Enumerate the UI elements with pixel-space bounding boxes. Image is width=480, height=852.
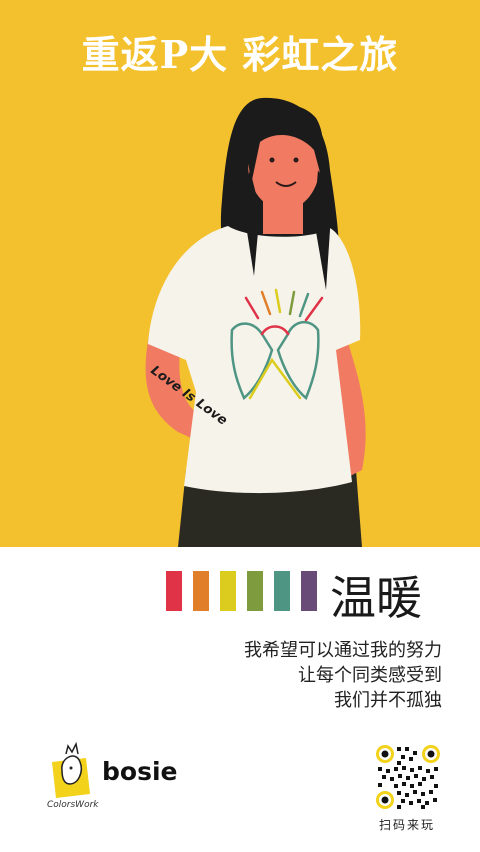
quote-line-3: 我们并不孤独 [334, 690, 442, 711]
hero-illustration-panel: Love Is Love 重返P大 彩虹之旅 [0, 0, 480, 547]
quote-line-2: 让每个同类感受到 [298, 665, 442, 686]
rainbow-swatches [166, 571, 317, 611]
swatch-red [166, 571, 182, 611]
person-illustration: Love Is Love [0, 0, 480, 547]
right-eye [293, 157, 299, 163]
swatch-orange [193, 571, 209, 611]
logo-eye [69, 766, 73, 770]
logo-crown [65, 741, 79, 755]
swatch-green [247, 571, 263, 611]
colorswork-label: ColorsWork [47, 800, 99, 810]
quote-line-1: 我希望可以通过我的努力 [244, 640, 442, 661]
qr-label: 扫码来玩 [378, 818, 435, 832]
theme-word: 温暖 [330, 571, 422, 625]
qr-code[interactable] [375, 744, 441, 810]
poster-title: 重返P大 彩虹之旅 [81, 32, 399, 77]
swatch-purple [301, 571, 317, 611]
swatch-teal [274, 571, 290, 611]
colorswork-logo [52, 741, 90, 798]
swatch-yellow [220, 571, 236, 611]
left-eye [269, 157, 275, 163]
quote-block: 我希望可以通过我的努力 让每个同类感受到 我们并不孤独 [244, 638, 442, 713]
qr-finder-top-right [422, 745, 440, 763]
qr-finder-bottom-left [376, 791, 394, 809]
bosie-logo-text: bosie [102, 757, 178, 786]
qr-finder-top-left [376, 745, 394, 763]
logo-character [61, 755, 82, 785]
